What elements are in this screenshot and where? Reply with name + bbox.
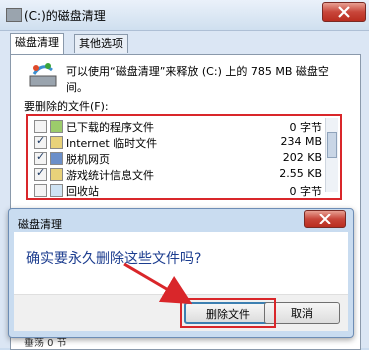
file-size: 234 MB	[280, 135, 322, 148]
list-item[interactable]: 脱机网页 202 KB	[32, 150, 322, 166]
list-item[interactable]: 回收站 0 字节	[32, 182, 322, 198]
close-icon	[319, 214, 331, 224]
scrollbar-thumb[interactable]	[327, 132, 337, 158]
dialog-close-button[interactable]	[304, 210, 346, 228]
tab-more-options[interactable]: 其他选项	[74, 34, 128, 53]
files-to-delete-label: 要删除的文件(F):	[24, 100, 109, 113]
file-size: 0 字节	[289, 121, 323, 134]
window-title: (C:)的磁盘清理	[24, 9, 106, 23]
list-item[interactable]: 已下载的程序文件 0 字节	[32, 118, 322, 134]
program-files-icon	[50, 120, 63, 133]
checkbox[interactable]	[34, 184, 47, 197]
list-item[interactable]: Internet 临时文件 234 MB	[32, 134, 322, 150]
file-name: Internet 临时文件	[66, 137, 158, 150]
file-size: 202 KB	[282, 151, 322, 164]
checkbox[interactable]	[34, 150, 47, 165]
tab-disk-cleanup[interactable]: 磁盘清理	[10, 33, 64, 54]
file-size: 2.55 KB	[279, 167, 322, 180]
file-name: 脱机网页	[66, 153, 110, 166]
list-scrollbar[interactable]	[325, 118, 338, 192]
cleanup-description: 可以使用“磁盘清理”来释放 (C:) 上的 785 MB 磁盘空间。	[66, 65, 329, 94]
checkbox[interactable]	[34, 120, 47, 133]
window-close-button[interactable]	[322, 2, 366, 22]
file-size: 0 字节	[289, 185, 323, 198]
checkbox[interactable]	[34, 166, 47, 181]
offline-webpage-icon	[50, 152, 63, 165]
checkbox[interactable]	[34, 134, 47, 149]
file-name: 已下载的程序文件	[66, 121, 154, 134]
recycle-bin-icon	[50, 184, 63, 197]
file-icon	[50, 168, 63, 181]
list-item[interactable]: 游戏统计信息文件 2.55 KB	[32, 166, 322, 182]
drive-icon	[6, 8, 22, 22]
file-icon	[50, 136, 63, 149]
file-name: 回收站	[66, 185, 99, 198]
dialog-title: 磁盘清理	[18, 218, 62, 231]
file-list[interactable]: 已下载的程序文件 0 字节 Internet 临时文件 234 MB 脱机网页 …	[26, 114, 342, 200]
disk-cleanup-icon	[28, 62, 58, 93]
annotation-arrow-icon	[120, 260, 200, 323]
close-icon	[338, 6, 350, 18]
file-name: 游戏统计信息文件	[66, 169, 154, 182]
